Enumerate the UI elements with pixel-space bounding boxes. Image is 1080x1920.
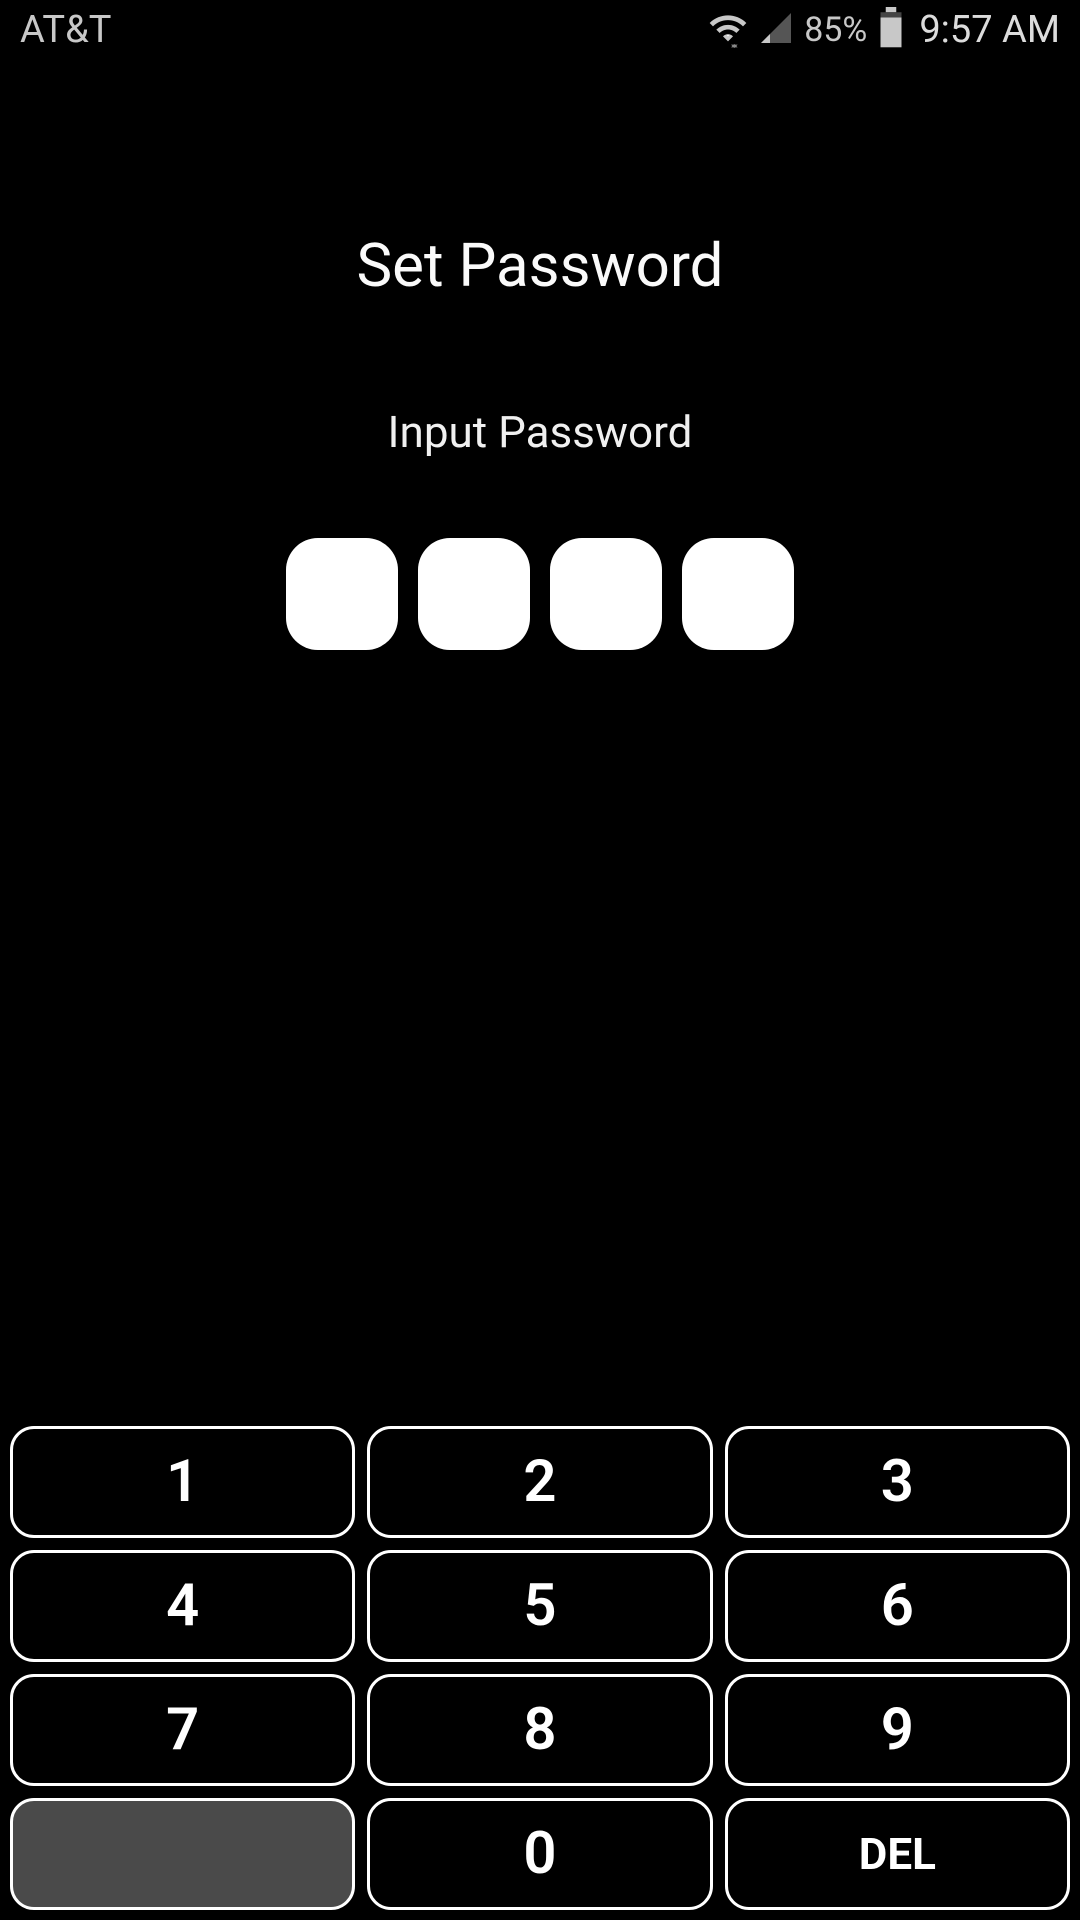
signal-icon [758, 10, 794, 50]
clock: 9:57 AM [919, 8, 1060, 52]
carrier-label: AT&T [20, 8, 111, 52]
numeric-keypad: 1 2 3 4 5 6 7 8 9 0 DEL [10, 1426, 1070, 1910]
key-blank [10, 1798, 355, 1910]
page-title: Set Password [357, 230, 724, 301]
key-7[interactable]: 7 [10, 1674, 355, 1786]
key-1[interactable]: 1 [10, 1426, 355, 1538]
status-bar: AT&T 85% 9:57 AM [0, 0, 1080, 60]
pin-dot-3 [550, 538, 662, 650]
main-content: Set Password Input Password [0, 60, 1080, 650]
key-9[interactable]: 9 [725, 1674, 1070, 1786]
wifi-icon [708, 8, 748, 52]
battery-percent: 85% [804, 10, 867, 50]
key-5[interactable]: 5 [367, 1550, 712, 1662]
pin-dot-2 [418, 538, 530, 650]
pin-dot-1 [286, 538, 398, 650]
key-4[interactable]: 4 [10, 1550, 355, 1662]
key-delete[interactable]: DEL [725, 1798, 1070, 1910]
instruction-label: Input Password [388, 406, 693, 458]
key-0[interactable]: 0 [367, 1798, 712, 1910]
status-right: 85% 9:57 AM [708, 7, 1060, 53]
pin-indicator [286, 538, 794, 650]
pin-dot-4 [682, 538, 794, 650]
key-2[interactable]: 2 [367, 1426, 712, 1538]
key-3[interactable]: 3 [725, 1426, 1070, 1538]
key-8[interactable]: 8 [367, 1674, 712, 1786]
key-6[interactable]: 6 [725, 1550, 1070, 1662]
battery-icon [877, 7, 905, 53]
